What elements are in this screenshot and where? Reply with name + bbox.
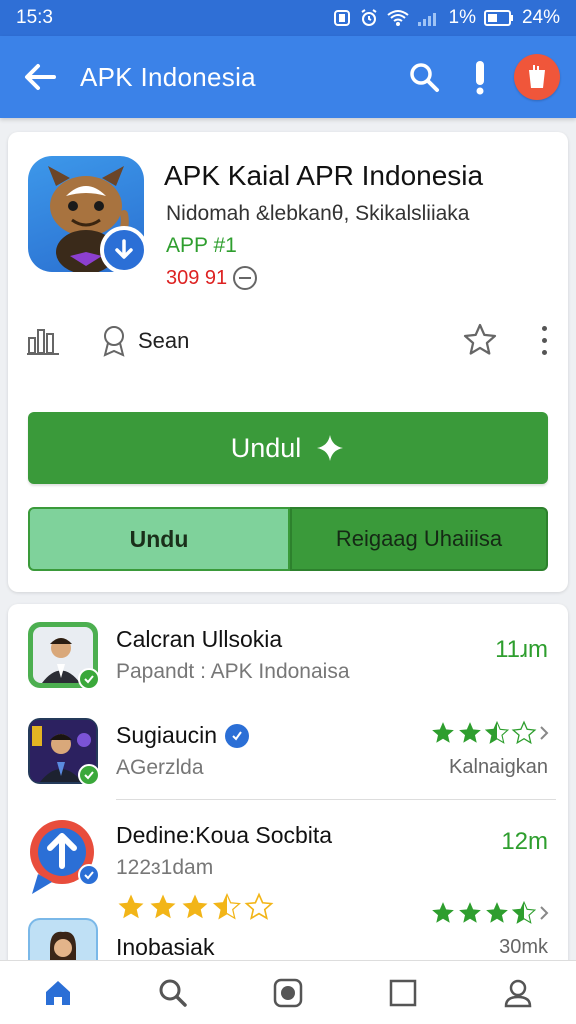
status-time: 15:3 xyxy=(16,7,53,28)
verified-icon xyxy=(225,723,250,748)
check-icon xyxy=(78,764,100,786)
search-button[interactable] xyxy=(396,36,452,118)
item-title: Dedine:Koua Socbita xyxy=(116,822,333,848)
divider xyxy=(116,799,556,800)
app-thumbnail xyxy=(28,718,100,786)
item-size: 11ɹm xyxy=(495,636,548,663)
battery-percent: 24% xyxy=(521,7,560,28)
check-icon xyxy=(78,864,100,886)
item-size: 30mk xyxy=(499,936,548,958)
rating-stars xyxy=(430,720,550,746)
info-button[interactable] xyxy=(452,36,508,118)
nav-search[interactable] xyxy=(143,963,203,1023)
app-bar: APK Indonesia xyxy=(0,36,576,118)
dot-icon xyxy=(541,325,547,331)
star-outline-icon xyxy=(511,720,537,745)
app-thumbnail xyxy=(28,818,100,894)
more-menu-button[interactable] xyxy=(536,322,552,358)
record-icon xyxy=(273,978,303,1007)
item-subtitle: AGerzlda xyxy=(116,756,204,779)
bar-chart-icon xyxy=(27,329,59,355)
app-thumbnail xyxy=(28,622,100,690)
sparkle-icon xyxy=(317,435,344,461)
item-title: Inobasiak xyxy=(116,934,215,960)
wifi-icon xyxy=(386,9,409,27)
award-icon xyxy=(103,326,125,357)
app-rank-badge: APP #1 xyxy=(166,234,237,257)
item-size: 12m xyxy=(501,828,548,855)
profile-button[interactable] xyxy=(514,54,560,100)
home-icon xyxy=(45,980,70,1005)
favorite-button[interactable] xyxy=(462,322,498,363)
download-button[interactable]: Undul xyxy=(28,412,548,484)
dot-icon xyxy=(541,337,547,343)
app-thumbnail xyxy=(28,918,98,964)
check-icon xyxy=(78,668,100,690)
star-half-icon xyxy=(484,720,510,744)
star-full-icon xyxy=(459,722,481,743)
signal-icon xyxy=(417,9,441,27)
arrow-left-icon xyxy=(25,64,56,90)
app-detail-card: APK Kaial APR Indonesia Nidomah &lebkanθ… xyxy=(8,132,568,592)
item-title: Calcran Ullsokia xyxy=(116,626,283,652)
status-bar: 15:3 1% 24% xyxy=(0,0,576,36)
item-subtitle: Papandt : APK Indonaisa xyxy=(116,660,350,683)
item-status: Kalnaigkan xyxy=(449,756,548,778)
square-icon xyxy=(389,979,417,1006)
star-outline-icon xyxy=(463,323,497,355)
nav-home[interactable] xyxy=(28,963,88,1023)
download-button-label: Undul xyxy=(230,432,302,463)
alarm-icon xyxy=(359,8,379,28)
nav-record[interactable] xyxy=(258,963,318,1023)
split-button-row: Undu Reigaag Uhaiiisa xyxy=(28,507,548,571)
download-badge xyxy=(100,226,148,274)
meta-row: Sean xyxy=(8,318,568,364)
secondary-action-button[interactable]: Reigaag Uhaiiisa xyxy=(290,507,548,571)
status-icons: 1% 24% xyxy=(333,7,560,29)
star-full-icon xyxy=(432,722,454,743)
list-item[interactable]: Inobasiak 30mk xyxy=(8,904,568,964)
cup-icon xyxy=(529,65,545,88)
person-icon xyxy=(505,979,532,1007)
stats-button[interactable] xyxy=(26,324,60,361)
battery-text: 1% xyxy=(448,7,476,28)
app-list: Calcran Ullsokia Papandt : APK Indonaisa… xyxy=(8,604,568,964)
author-icon xyxy=(100,324,128,363)
search-icon xyxy=(159,979,187,1007)
app-stat: 309 91 xyxy=(166,266,228,289)
chevron-right-icon xyxy=(540,726,549,740)
app-stat-row: 309 91 xyxy=(166,266,258,290)
dot-icon xyxy=(541,349,547,355)
author-name[interactable]: Sean xyxy=(138,328,189,354)
nav-profile[interactable] xyxy=(488,963,548,1023)
battery-icon xyxy=(483,10,514,26)
app-name: APK Kaial APR Indonesia xyxy=(164,160,484,191)
search-icon xyxy=(410,63,439,92)
list-item[interactable]: Calcran Ullsokia Papandt : APK Indonaisa… xyxy=(8,604,568,704)
minus-circle-icon[interactable] xyxy=(233,266,258,290)
app-icon xyxy=(28,156,148,274)
nfc-icon xyxy=(333,9,351,27)
undu-button[interactable]: Undu xyxy=(28,507,290,571)
item-subtitle: 122ɜ1dam xyxy=(116,856,214,879)
item-title-row: Sugiaucin xyxy=(116,722,250,749)
list-item[interactable]: Dedine:Koua Socbita 122ɜ1dam 12m xyxy=(8,804,568,924)
page-title: APK Indonesia xyxy=(80,61,256,92)
item-title: Sugiaucin xyxy=(116,722,218,748)
app-developer[interactable]: Nidomah &lebkanθ, Skikalsliiaka xyxy=(166,202,470,226)
nav-square[interactable] xyxy=(373,963,433,1023)
bottom-nav xyxy=(0,960,576,1024)
exclamation-icon xyxy=(476,61,484,95)
arrow-down-icon xyxy=(115,239,133,259)
list-item[interactable]: Sugiaucin AGerzlda Kalnaigkan xyxy=(8,704,568,800)
back-button[interactable] xyxy=(0,36,80,118)
